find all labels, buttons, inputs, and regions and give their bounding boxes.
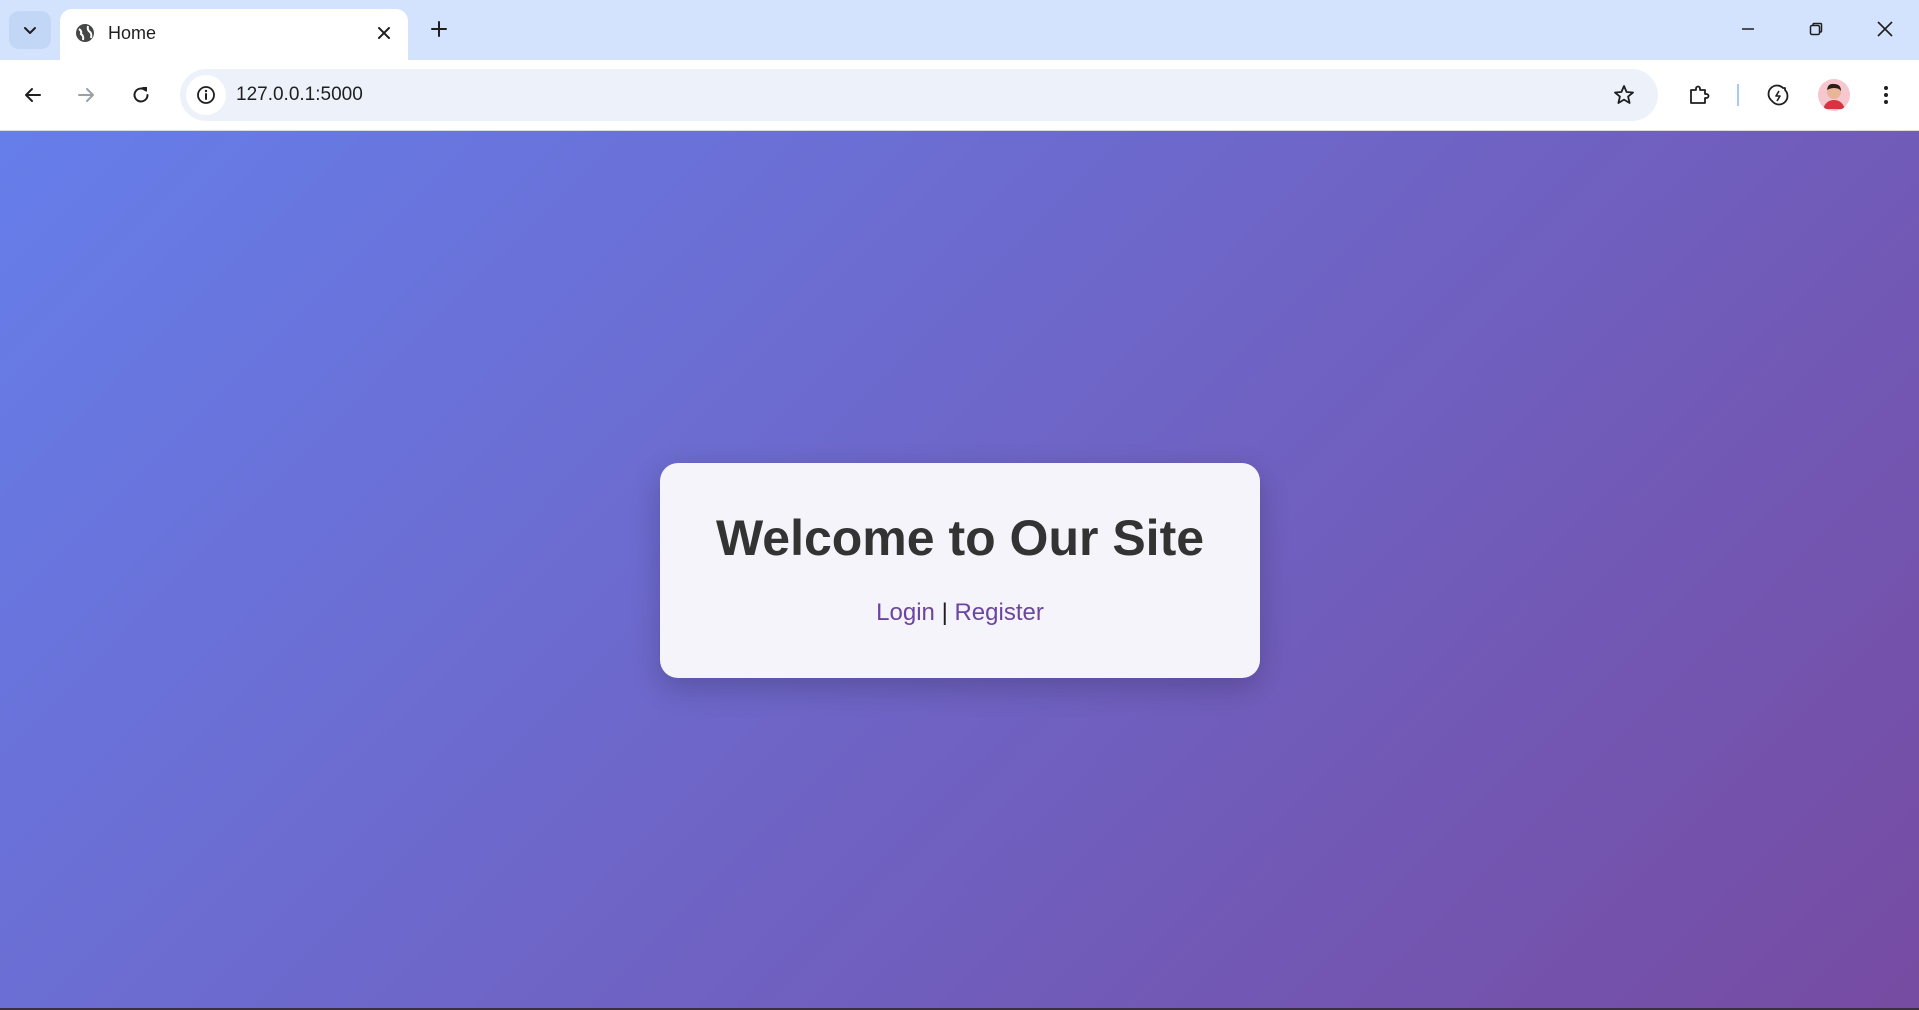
leaf-icon xyxy=(1767,84,1789,106)
plus-icon xyxy=(431,21,447,37)
url-text[interactable]: 127.0.0.1:5000 xyxy=(236,83,363,107)
close-window-button[interactable] xyxy=(1857,6,1913,52)
auth-links: Login | Register xyxy=(660,598,1260,628)
kebab-menu-icon xyxy=(1884,86,1888,104)
page-title: Welcome to Our Site xyxy=(715,510,1205,566)
performance-button[interactable] xyxy=(1758,75,1798,115)
star-icon[interactable] xyxy=(1608,79,1640,111)
globe-icon xyxy=(73,21,97,45)
avatar[interactable] xyxy=(1818,79,1850,111)
register-link[interactable]: Register xyxy=(954,599,1043,626)
close-icon[interactable] xyxy=(370,19,398,47)
forward-button[interactable] xyxy=(66,75,106,115)
back-arrow-icon xyxy=(25,88,41,102)
back-button[interactable] xyxy=(13,75,53,115)
puzzle-icon xyxy=(1690,85,1710,104)
browser-toolbar: 127.0.0.1:5000 xyxy=(0,60,1919,131)
page-viewport: Welcome to Our Site Login | Register xyxy=(0,131,1919,1010)
tab-strip: Home xyxy=(0,0,1919,60)
forward-arrow-icon xyxy=(78,88,94,102)
restore-icon xyxy=(1809,22,1823,36)
browser-menu-button[interactable] xyxy=(1866,75,1906,115)
minimize-button[interactable] xyxy=(1720,6,1776,52)
new-tab-button[interactable] xyxy=(422,12,456,46)
tab-home[interactable]: Home xyxy=(60,9,408,60)
close-icon xyxy=(1877,21,1893,37)
link-separator: | xyxy=(941,599,948,626)
browser-window: Home 127.0.0.1:5000 Welcome to Our Site … xyxy=(0,0,1919,1010)
restore-button[interactable] xyxy=(1788,6,1844,52)
tab-search-button[interactable] xyxy=(9,11,51,49)
reload-button[interactable] xyxy=(121,75,161,115)
login-link[interactable]: Login xyxy=(876,599,935,626)
address-bar[interactable]: 127.0.0.1:5000 xyxy=(180,69,1658,121)
info-icon[interactable] xyxy=(186,75,226,115)
extensions-button[interactable] xyxy=(1679,75,1719,115)
toolbar-separator xyxy=(1737,84,1739,106)
chevron-down-icon xyxy=(24,27,36,34)
tab-title: Home xyxy=(108,23,157,43)
welcome-card: Welcome to Our Site Login | Register xyxy=(660,463,1260,678)
reload-icon xyxy=(133,87,149,103)
minimize-icon xyxy=(1742,28,1754,30)
